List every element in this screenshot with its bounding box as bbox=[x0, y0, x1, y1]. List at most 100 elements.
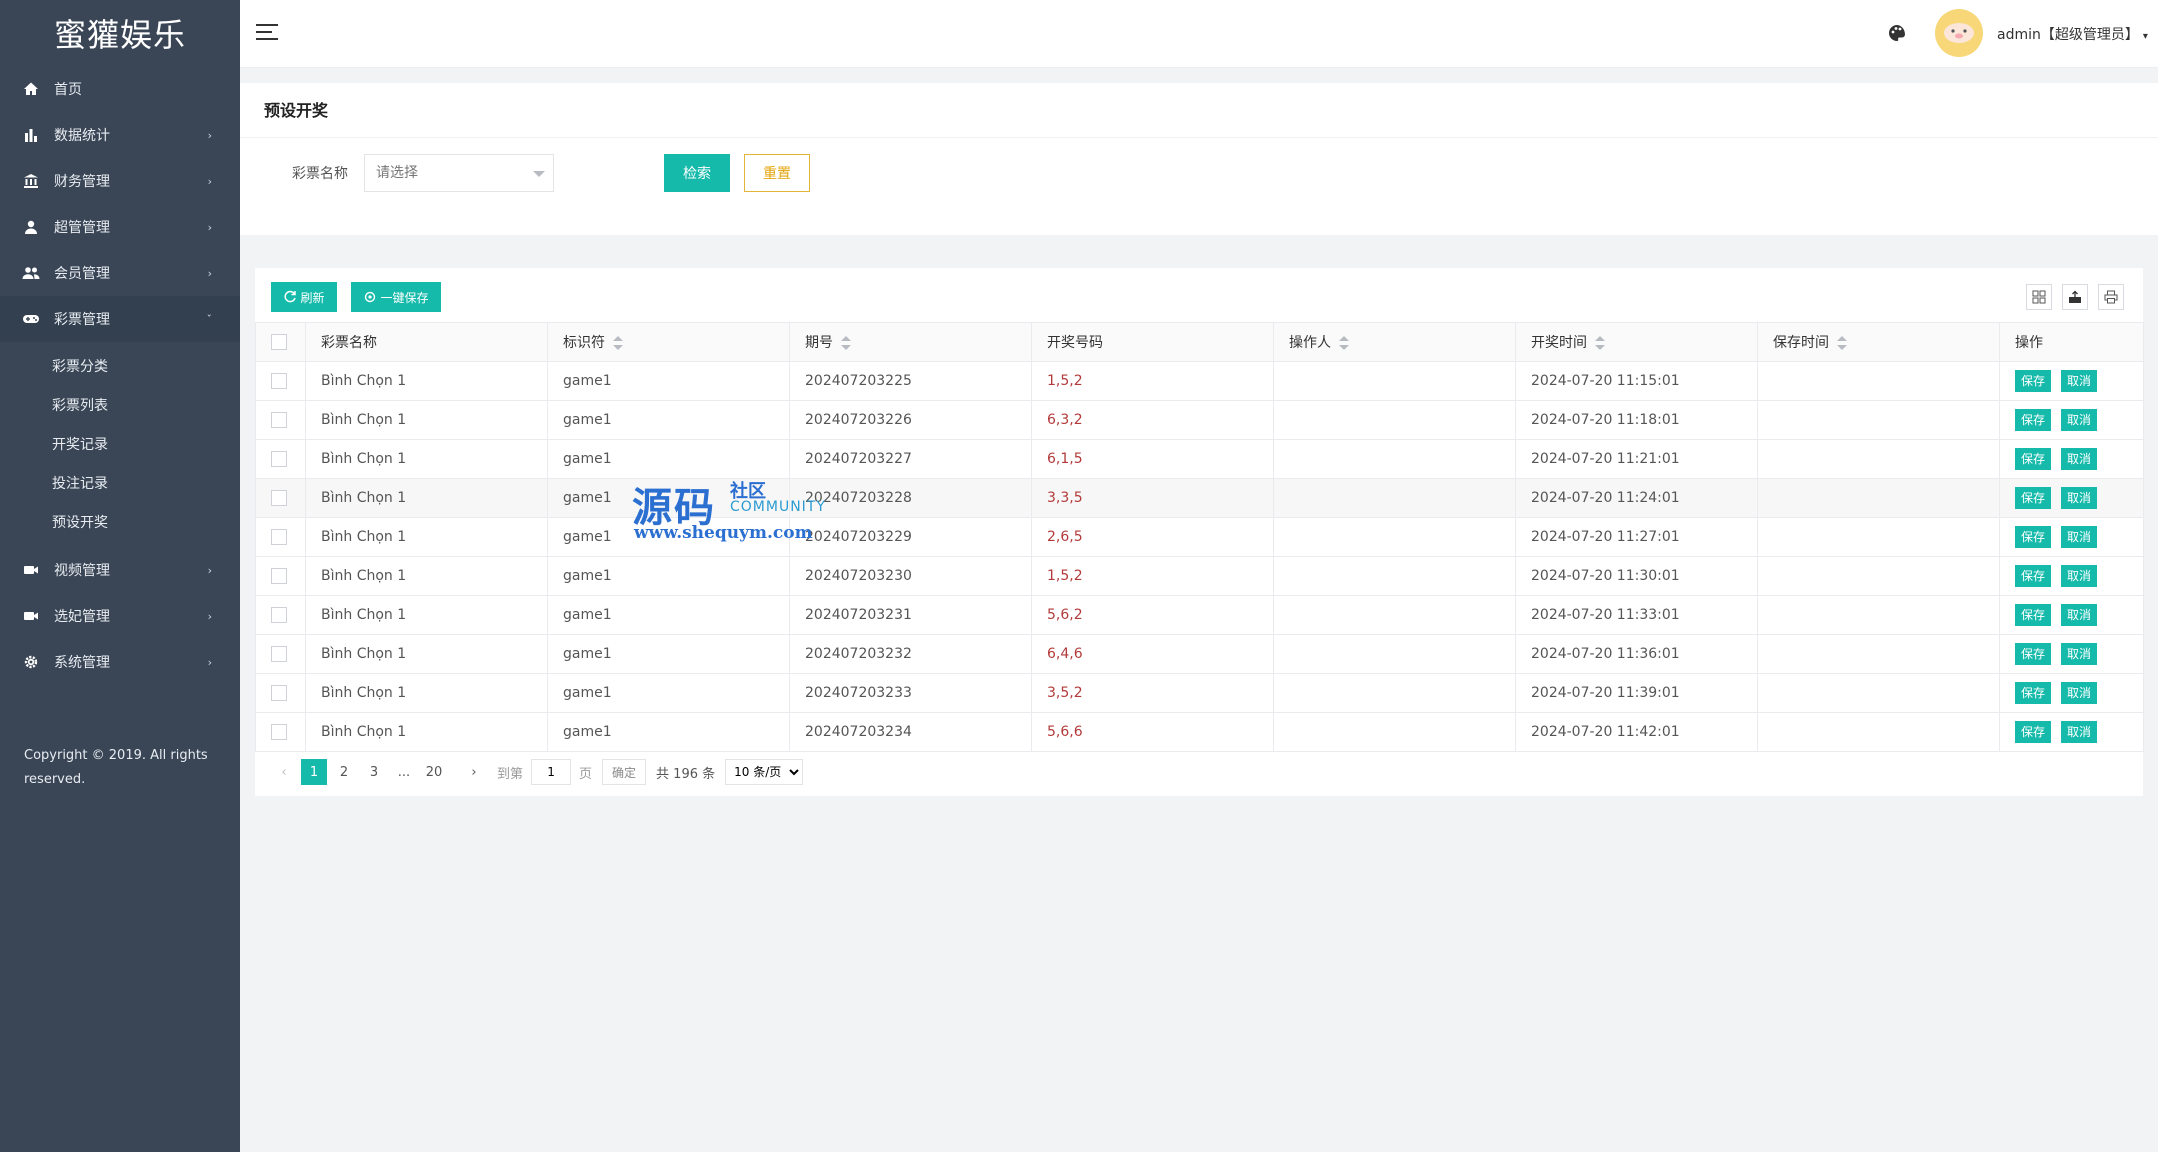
save-all-button[interactable]: 一键保存 bbox=[351, 282, 441, 312]
col-period[interactable]: 期号 bbox=[789, 322, 1032, 362]
user-icon bbox=[22, 218, 40, 236]
sidebar-item-sidebar.items1[interactable]: 数据统计 › bbox=[0, 112, 240, 158]
cell-draw-numbers[interactable]: 5,6,6 bbox=[1031, 712, 1274, 752]
cell-draw-numbers[interactable]: 2,6,5 bbox=[1031, 517, 1274, 557]
goto-label: 到第 bbox=[497, 766, 524, 782]
goto-confirm-button[interactable]: 确定 bbox=[602, 759, 647, 785]
subnav-item[interactable]: 预设开奖 bbox=[0, 502, 240, 541]
cell-draw-time: 2024-07-20 11:27:01 bbox=[1515, 517, 1758, 557]
subnav-item[interactable]: 投注记录 bbox=[0, 463, 240, 502]
row-save-button[interactable]: 保存 bbox=[2015, 448, 2052, 470]
row-cancel-button[interactable]: 取消 bbox=[2061, 604, 2098, 626]
sort-icon[interactable] bbox=[1595, 336, 1605, 350]
prev-page-icon[interactable]: ‹ bbox=[271, 759, 297, 785]
goto-page-input[interactable] bbox=[531, 759, 572, 785]
col-draw-time[interactable]: 开奖时间 bbox=[1515, 322, 1758, 362]
col-operator[interactable]: 操作人 bbox=[1273, 322, 1516, 362]
row-checkbox[interactable] bbox=[271, 685, 287, 701]
sidebar-item-sidebar.items_after0[interactable]: 视频管理 › bbox=[0, 547, 240, 593]
search-button[interactable]: 检索 bbox=[664, 154, 730, 192]
user-menu[interactable]: admin【超级管理员】 ▾ bbox=[1997, 24, 2148, 44]
next-page-icon[interactable]: › bbox=[461, 759, 487, 785]
sort-icon[interactable] bbox=[613, 336, 623, 350]
table-row: Bình Chọn 1 game1 202407203225 1,5,2 2024-07… bbox=[255, 361, 2144, 401]
row-save-button[interactable]: 保存 bbox=[2015, 682, 2052, 704]
lottery-name-select[interactable]: 请选择 bbox=[364, 154, 554, 192]
cell-draw-numbers[interactable]: 6,3,2 bbox=[1031, 400, 1274, 440]
sidebar-item-sidebar.items4[interactable]: 会员管理 › bbox=[0, 250, 240, 296]
refresh-button[interactable]: 刷新 bbox=[271, 282, 337, 312]
menu-toggle-icon[interactable] bbox=[256, 24, 278, 42]
gear-icon bbox=[22, 653, 40, 671]
row-cancel-button[interactable]: 取消 bbox=[2061, 526, 2098, 548]
row-checkbox[interactable] bbox=[271, 412, 287, 428]
sidebar: 蜜獾娱乐 首页 数据统计 › 财务管理 › 超管管理 › 会员管理 › 彩票管理 ˇ 彩票分类 彩票列… bbox=[0, 0, 240, 1152]
sort-icon[interactable] bbox=[1837, 336, 1847, 350]
row-save-button[interactable]: 保存 bbox=[2015, 604, 2052, 626]
page-size-select[interactable]: 10 条/页 bbox=[725, 759, 804, 785]
subnav-item[interactable]: 彩票分类 bbox=[0, 346, 240, 385]
sort-icon[interactable] bbox=[1339, 336, 1349, 350]
cell-draw-numbers[interactable]: 6,1,5 bbox=[1031, 439, 1274, 479]
cell-draw-numbers[interactable]: 1,5,2 bbox=[1031, 556, 1274, 596]
row-save-button[interactable]: 保存 bbox=[2015, 370, 2052, 392]
sidebar-item-sidebar.items_after1[interactable]: 选妃管理 › bbox=[0, 593, 240, 639]
sidebar-item-sidebar.items_after2[interactable]: 系统管理 › bbox=[0, 639, 240, 685]
row-checkbox[interactable] bbox=[271, 373, 287, 389]
sidebar-item-sidebar.items2[interactable]: 财务管理 › bbox=[0, 158, 240, 204]
cell-identifier: game1 bbox=[547, 673, 790, 713]
row-save-button[interactable]: 保存 bbox=[2015, 721, 2052, 743]
row-save-button[interactable]: 保存 bbox=[2015, 565, 2052, 587]
row-checkbox[interactable] bbox=[271, 568, 287, 584]
row-cancel-button[interactable]: 取消 bbox=[2061, 370, 2098, 392]
cell-period: 202407203233 bbox=[789, 673, 1032, 713]
select-all-checkbox[interactable] bbox=[271, 334, 287, 350]
watermark: 源码 社区 COMMUNITY www.shequym.com bbox=[632, 481, 826, 543]
row-cancel-button[interactable]: 取消 bbox=[2061, 721, 2098, 743]
col-identifier[interactable]: 标识符 bbox=[547, 322, 790, 362]
row-cancel-button[interactable]: 取消 bbox=[2061, 643, 2098, 665]
columns-filter-icon[interactable] bbox=[2026, 284, 2052, 310]
row-cancel-button[interactable]: 取消 bbox=[2061, 409, 2098, 431]
sidebar-item-sidebar.items3[interactable]: 超管管理 › bbox=[0, 204, 240, 250]
reset-button[interactable]: 重置 bbox=[744, 154, 810, 192]
cell-draw-numbers[interactable]: 3,5,2 bbox=[1031, 673, 1274, 713]
row-save-button[interactable]: 保存 bbox=[2015, 643, 2052, 665]
row-checkbox[interactable] bbox=[271, 724, 287, 740]
print-icon[interactable] bbox=[2098, 284, 2124, 310]
row-cancel-button[interactable]: 取消 bbox=[2061, 487, 2098, 509]
row-cancel-button[interactable]: 取消 bbox=[2061, 448, 2098, 470]
col-save-time[interactable]: 保存时间 bbox=[1757, 322, 2000, 362]
chevron-icon: › bbox=[207, 655, 212, 669]
row-save-button[interactable]: 保存 bbox=[2015, 487, 2052, 509]
row-checkbox[interactable] bbox=[271, 529, 287, 545]
row-checkbox[interactable] bbox=[271, 490, 287, 506]
cell-draw-numbers[interactable]: 5,6,2 bbox=[1031, 595, 1274, 635]
row-cancel-button[interactable]: 取消 bbox=[2061, 682, 2098, 704]
cell-draw-numbers[interactable]: 6,4,6 bbox=[1031, 634, 1274, 674]
subnav-item[interactable]: 开奖记录 bbox=[0, 424, 240, 463]
page-number[interactable]: 20 bbox=[421, 759, 447, 785]
row-save-button[interactable]: 保存 bbox=[2015, 526, 2052, 548]
row-cancel-button[interactable]: 取消 bbox=[2061, 565, 2098, 587]
chevron-icon: ˇ bbox=[206, 312, 213, 326]
row-checkbox[interactable] bbox=[271, 646, 287, 662]
cell-save-time bbox=[1757, 712, 2000, 752]
row-save-button[interactable]: 保存 bbox=[2015, 409, 2052, 431]
row-checkbox[interactable] bbox=[271, 451, 287, 467]
sidebar-item-sidebar.items0[interactable]: 首页 bbox=[0, 66, 240, 112]
row-checkbox[interactable] bbox=[271, 607, 287, 623]
export-icon[interactable] bbox=[2062, 284, 2088, 310]
palette-icon[interactable] bbox=[1887, 23, 1907, 43]
cell-draw-numbers[interactable]: 1,5,2 bbox=[1031, 361, 1274, 401]
page-number[interactable]: 3 bbox=[361, 759, 387, 785]
avatar[interactable] bbox=[1935, 9, 1983, 57]
sort-icon[interactable] bbox=[841, 336, 851, 350]
subnav-item[interactable]: 彩票列表 bbox=[0, 385, 240, 424]
page-number[interactable]: 1 bbox=[301, 759, 327, 785]
cell-draw-numbers[interactable]: 3,3,5 bbox=[1031, 478, 1274, 518]
page-number[interactable]: 2 bbox=[331, 759, 357, 785]
chevron-icon: › bbox=[207, 220, 212, 234]
cell-save-time bbox=[1757, 517, 2000, 557]
sidebar-item-sidebar.items5[interactable]: 彩票管理 ˇ bbox=[0, 296, 240, 342]
